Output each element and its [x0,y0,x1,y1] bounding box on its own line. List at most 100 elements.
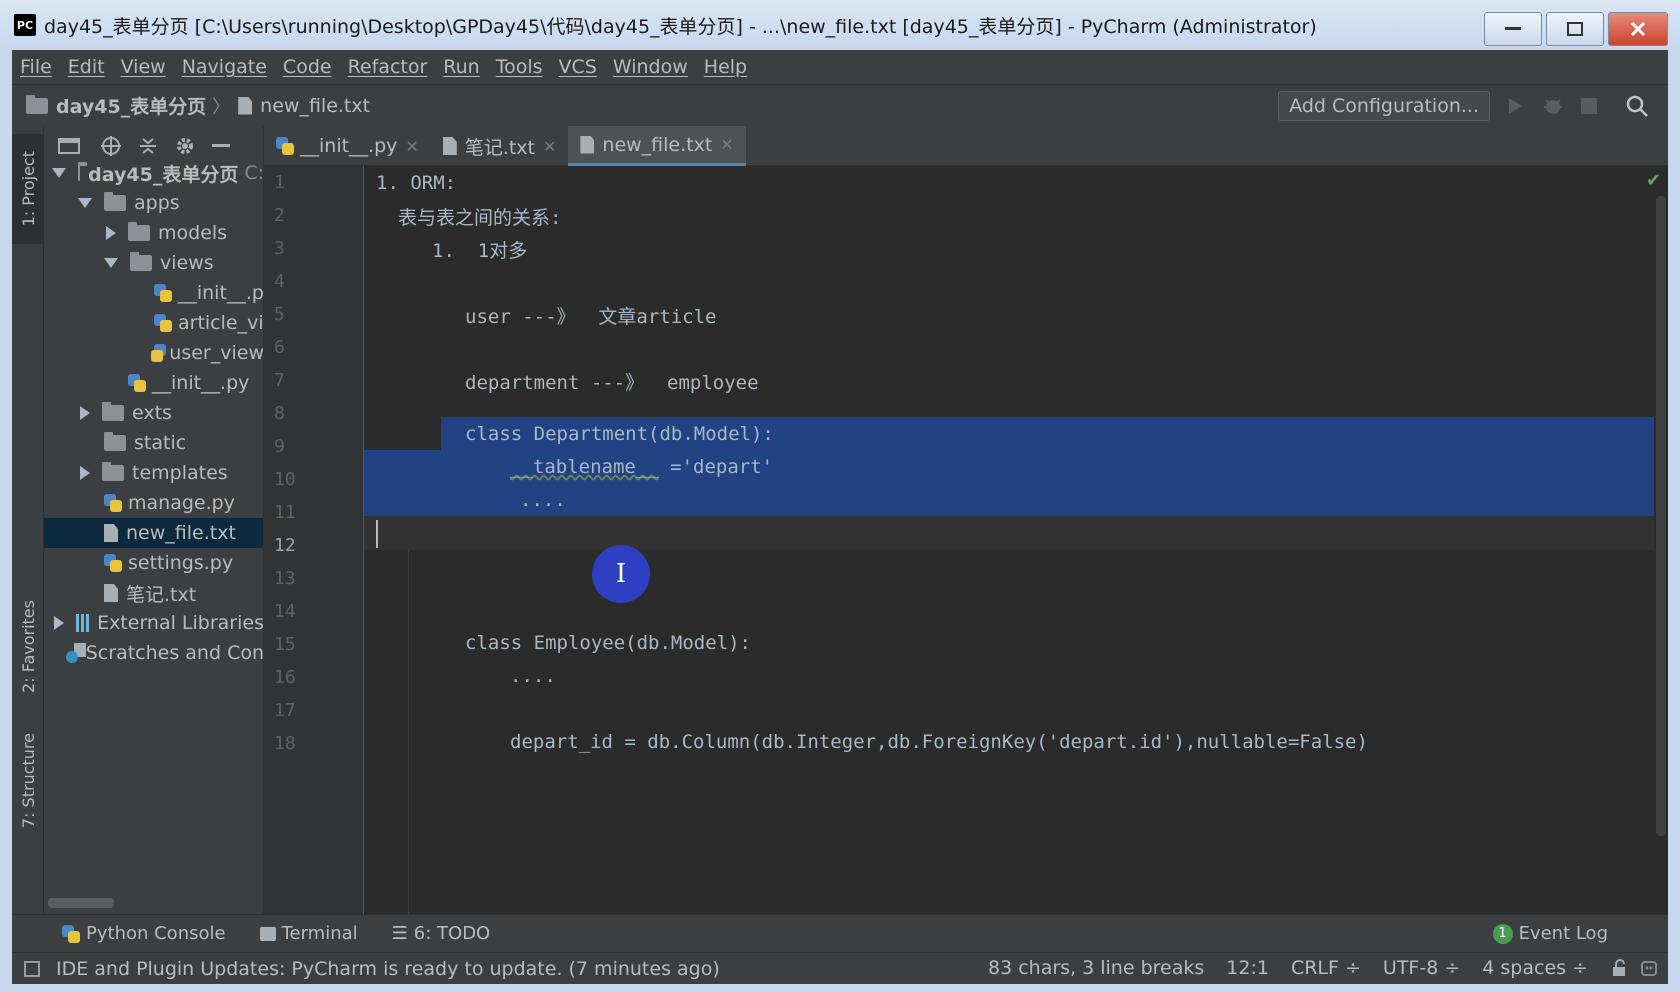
menu-edit[interactable]: Edit [68,56,105,78]
menu-run[interactable]: Run [443,56,479,78]
collapse-all-icon[interactable] [138,135,158,157]
debug-icon[interactable] [1542,95,1564,117]
tab-init-py[interactable]: __init__.py ✕ [264,126,431,166]
project-panel: day45_表单分页 C: apps models views __init__… [44,126,264,914]
menu-file[interactable]: File [20,56,52,78]
menu-window[interactable]: Window [613,56,688,78]
inspector-face-icon[interactable] [1640,959,1658,977]
terminal-tab[interactable]: Terminal [259,923,358,944]
tree-item-article-views[interactable]: article_vi [44,308,263,338]
tree-item-views-init[interactable]: __init__.p [44,278,263,308]
tree-item-project-root[interactable]: day45_表单分页 C: [44,158,263,188]
tree-item-external-libraries[interactable]: External Libraries [44,608,263,638]
tool-tab-structure[interactable]: 7: Structure [12,726,44,836]
indent-setting[interactable]: 4 spaces ÷ [1482,957,1588,979]
tool-tab-project-label: 1: Project [18,151,38,227]
editor-vertical-scrollbar[interactable] [1656,166,1666,866]
tab-label: new_file.txt [602,133,713,156]
tree-item-exts[interactable]: exts [44,398,263,428]
expand-arrow-icon[interactable] [104,258,118,268]
library-icon [76,614,90,632]
caret-position[interactable]: 12:1 [1226,957,1269,979]
breadcrumb-file[interactable]: new_file.txt [238,95,370,117]
code-line-7: department ---》 employee [465,371,759,394]
maximize-icon [1567,22,1583,36]
menu-view[interactable]: View [121,56,166,78]
maximize-button[interactable] [1546,12,1604,46]
tree-item-user-views[interactable]: user_view [44,338,263,368]
tree-item-manage[interactable]: manage.py [44,488,263,518]
menu-refactor[interactable]: Refactor [348,56,428,78]
collapse-arrow-icon[interactable] [80,406,90,420]
close-tab-icon[interactable]: ✕ [405,137,418,156]
project-horizontal-scrollbar[interactable] [48,898,114,908]
selection-info: 83 chars, 3 line breaks [987,957,1205,979]
line-number: 13 [274,568,296,589]
expand-arrow-icon[interactable] [78,198,92,208]
tab-notes-txt[interactable]: 笔记.txt ✕ [431,126,569,166]
breadcrumb-project[interactable]: day45_表单分页 [26,92,206,119]
stop-icon[interactable] [1578,95,1600,117]
tree-item-scratches[interactable]: Scratches and Con [44,638,263,668]
tool-windows-toggle-icon[interactable] [24,961,40,977]
menu-code[interactable]: Code [283,56,332,78]
terminal-icon [259,926,276,941]
python-console-tab[interactable]: Python Console [62,923,226,944]
tab-new-file-txt[interactable]: new_file.txt ✕ [568,126,746,166]
file-encoding[interactable]: UTF-8 ÷ [1383,957,1460,979]
tree-item-templates[interactable]: templates [44,458,263,488]
event-log-label: Event Log [1518,923,1608,944]
tree-item-notes[interactable]: 笔记.txt [44,578,263,608]
tool-tab-favorites[interactable]: 2: Favorites [12,588,44,704]
collapse-arrow-icon[interactable] [54,616,64,630]
window-border-right [1668,50,1680,992]
collapse-arrow-icon[interactable] [106,226,116,240]
tree-item-new-file[interactable]: new_file.txt [44,518,263,548]
unlock-icon[interactable] [1612,959,1628,977]
line-number-current: 12 [274,535,296,556]
indent-guide [408,496,409,914]
locate-file-icon[interactable] [100,135,122,157]
menu-vcs[interactable]: VCS [559,56,597,78]
menu-tools[interactable]: Tools [496,56,543,78]
line-separator[interactable]: CRLF ÷ [1291,957,1361,979]
tree-item-apps[interactable]: apps [44,188,263,218]
tree-item-models[interactable]: models [44,218,263,248]
minimize-button[interactable] [1484,12,1542,46]
add-configuration-button[interactable]: Add Configuration... [1278,91,1490,121]
event-log-tab[interactable]: 1 Event Log [1492,923,1608,944]
gear-icon[interactable] [174,135,196,157]
code-line-9: class Department(db.Model): [465,423,774,445]
close-button[interactable] [1608,12,1668,46]
collapse-arrow-icon[interactable] [80,466,90,480]
status-message[interactable]: IDE and Plugin Updates: PyCharm is ready… [56,958,720,980]
tree-item-apps-init[interactable]: __init__.py [44,368,263,398]
tool-tab-project[interactable]: 1: Project [12,134,44,244]
close-tab-icon[interactable]: ✕ [543,137,556,156]
todo-label: 6: TODO [413,923,491,944]
todo-tab[interactable]: ☰ 6: TODO [392,923,491,944]
search-icon[interactable] [1626,95,1648,117]
code-editor[interactable]: 1. ORM: 表与表之间的关系: 1. 1对多 user ---》 文章art… [364,166,1654,914]
python-file-icon [128,374,146,392]
hide-panel-icon[interactable] [212,144,230,148]
close-tab-icon[interactable]: ✕ [720,135,733,154]
menu-navigate[interactable]: Navigate [182,56,267,78]
menu-help[interactable]: Help [704,56,747,78]
list-icon: ☰ [391,923,408,944]
tree-item-label: views [160,252,214,274]
folder-icon [130,252,152,271]
tree-item-settings[interactable]: settings.py [44,548,263,578]
line-number: 6 [274,337,285,358]
tree-item-views[interactable]: views [44,248,263,278]
folder-icon [104,432,126,451]
project-view-icon[interactable] [58,136,84,156]
tree-item-static[interactable]: static [44,428,263,458]
run-icon[interactable] [1504,95,1526,117]
scrollbar-thumb[interactable] [1656,196,1666,836]
tree-item-label: static [134,432,187,454]
expand-arrow-icon[interactable] [52,168,66,178]
line-number: 4 [274,271,285,292]
line-number: 8 [274,403,285,424]
pycharm-logo-icon: PC [14,14,36,36]
